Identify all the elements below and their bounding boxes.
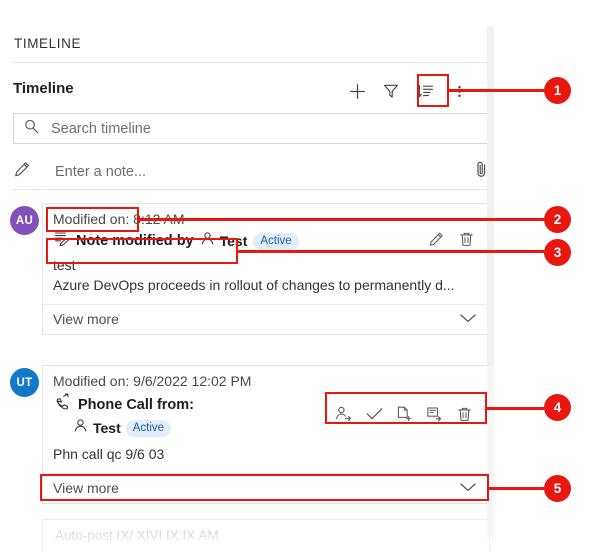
delete-icon	[456, 406, 473, 428]
timeline-panel: TIMELINE Timeline Search timeline Enter …	[0, 0, 498, 552]
note-input-placeholder: Enter a note...	[55, 164, 147, 180]
avatar-initials: UT	[16, 376, 33, 389]
body-line: Azure DevOps proceeds in rollout of chan…	[53, 276, 455, 293]
note-card-body: test Azure DevOps proceeds in rollout of…	[43, 254, 489, 304]
convert-to-opportunity-button[interactable]	[419, 404, 449, 429]
contact-icon	[73, 418, 88, 438]
phonecall-card-body: Phn call qc 9/6 03	[43, 438, 489, 473]
annotation-number: 5	[553, 481, 562, 496]
person-name: Test	[93, 420, 121, 436]
phone-icon	[53, 393, 71, 416]
annotation-badge-5: 5	[544, 475, 571, 502]
annotation-badge-4: 4	[544, 394, 571, 421]
view-more-button[interactable]: View more	[43, 303, 489, 334]
person-name: Test	[219, 233, 248, 249]
mark-complete-button[interactable]	[359, 404, 389, 429]
chevron-down-icon	[459, 480, 477, 496]
view-more-label: View more	[53, 310, 119, 327]
filter-button[interactable]	[374, 76, 408, 106]
filter-icon	[382, 82, 400, 100]
timeline-card-phonecall[interactable]: Modified on: 9/6/2022 12:02 PM Phone Cal…	[42, 365, 490, 504]
annotation-number: 4	[553, 400, 562, 415]
chevron-down-icon	[459, 311, 477, 327]
avatar: UT	[10, 368, 39, 397]
annotation-line-2	[139, 218, 544, 221]
annotation-number: 2	[553, 212, 562, 227]
card-title: Note modified by	[76, 233, 194, 249]
check-icon	[365, 405, 384, 428]
phonecall-header: Phone Call from: Test Active	[43, 390, 489, 438]
search-icon	[23, 118, 40, 140]
annotation-line-4	[487, 407, 544, 410]
card-person: Test	[200, 231, 248, 251]
assign-button[interactable]	[329, 404, 359, 429]
body-line: Phn call qc 9/6 03	[53, 446, 165, 462]
annotation-badge-2: 2	[544, 206, 571, 233]
delete-button[interactable]	[449, 404, 479, 429]
enter-note-field[interactable]: Enter a note...	[13, 155, 490, 190]
view-more-button[interactable]: View more	[43, 472, 489, 503]
contact-icon	[200, 231, 215, 251]
body-line: test	[53, 257, 76, 273]
avatar-initials: AU	[15, 214, 34, 227]
modified-on-label: Modified on: 9/6/2022 12:02 PM	[53, 373, 252, 389]
add-button[interactable]	[340, 76, 374, 106]
annotation-line-1	[449, 89, 544, 92]
modified-on-label: Modified on: 8:12 AM	[53, 211, 185, 227]
convert-to-case-icon	[395, 405, 413, 428]
add-icon	[348, 82, 367, 101]
scrollbar-thumb[interactable]	[487, 26, 494, 366]
annotation-badge-3: 3	[544, 239, 571, 266]
screenshot-root: TIMELINE Timeline Search timeline Enter …	[0, 0, 600, 552]
convert-to-opportunity-icon	[425, 405, 443, 428]
timeline-card-note[interactable]: Modified on: 8:12 AM Note modified by Te…	[42, 203, 490, 335]
annotation-badge-1: 1	[544, 77, 571, 104]
view-more-label: View more	[53, 479, 119, 496]
card-title: Phone Call from:	[78, 396, 195, 413]
annotation-number: 3	[553, 245, 562, 260]
phonecall-actions	[329, 404, 479, 429]
sort-button[interactable]	[408, 76, 442, 106]
pencil-icon	[13, 160, 32, 184]
annotation-line-3	[238, 250, 544, 253]
search-timeline-field[interactable]: Search timeline	[13, 113, 490, 144]
timeline-subheader: Timeline	[13, 80, 74, 97]
annotation-line-5	[489, 487, 544, 490]
annotation-number: 1	[553, 83, 562, 98]
scrollbar[interactable]	[487, 26, 494, 538]
search-input-placeholder: Search timeline	[51, 120, 151, 137]
note-icon	[53, 230, 70, 252]
status-badge: Active	[125, 419, 172, 437]
fade-overlay	[43, 532, 489, 552]
header-divider	[12, 62, 490, 63]
partial-timeline-card[interactable]: Auto-post IX/ XIVI IX:IX AM	[42, 519, 490, 552]
page-title: TIMELINE	[14, 36, 82, 51]
status-badge: Active	[253, 232, 299, 250]
assign-icon	[335, 405, 353, 428]
sort-icon	[416, 82, 435, 101]
convert-to-case-button[interactable]	[389, 404, 419, 429]
avatar: AU	[10, 206, 39, 235]
